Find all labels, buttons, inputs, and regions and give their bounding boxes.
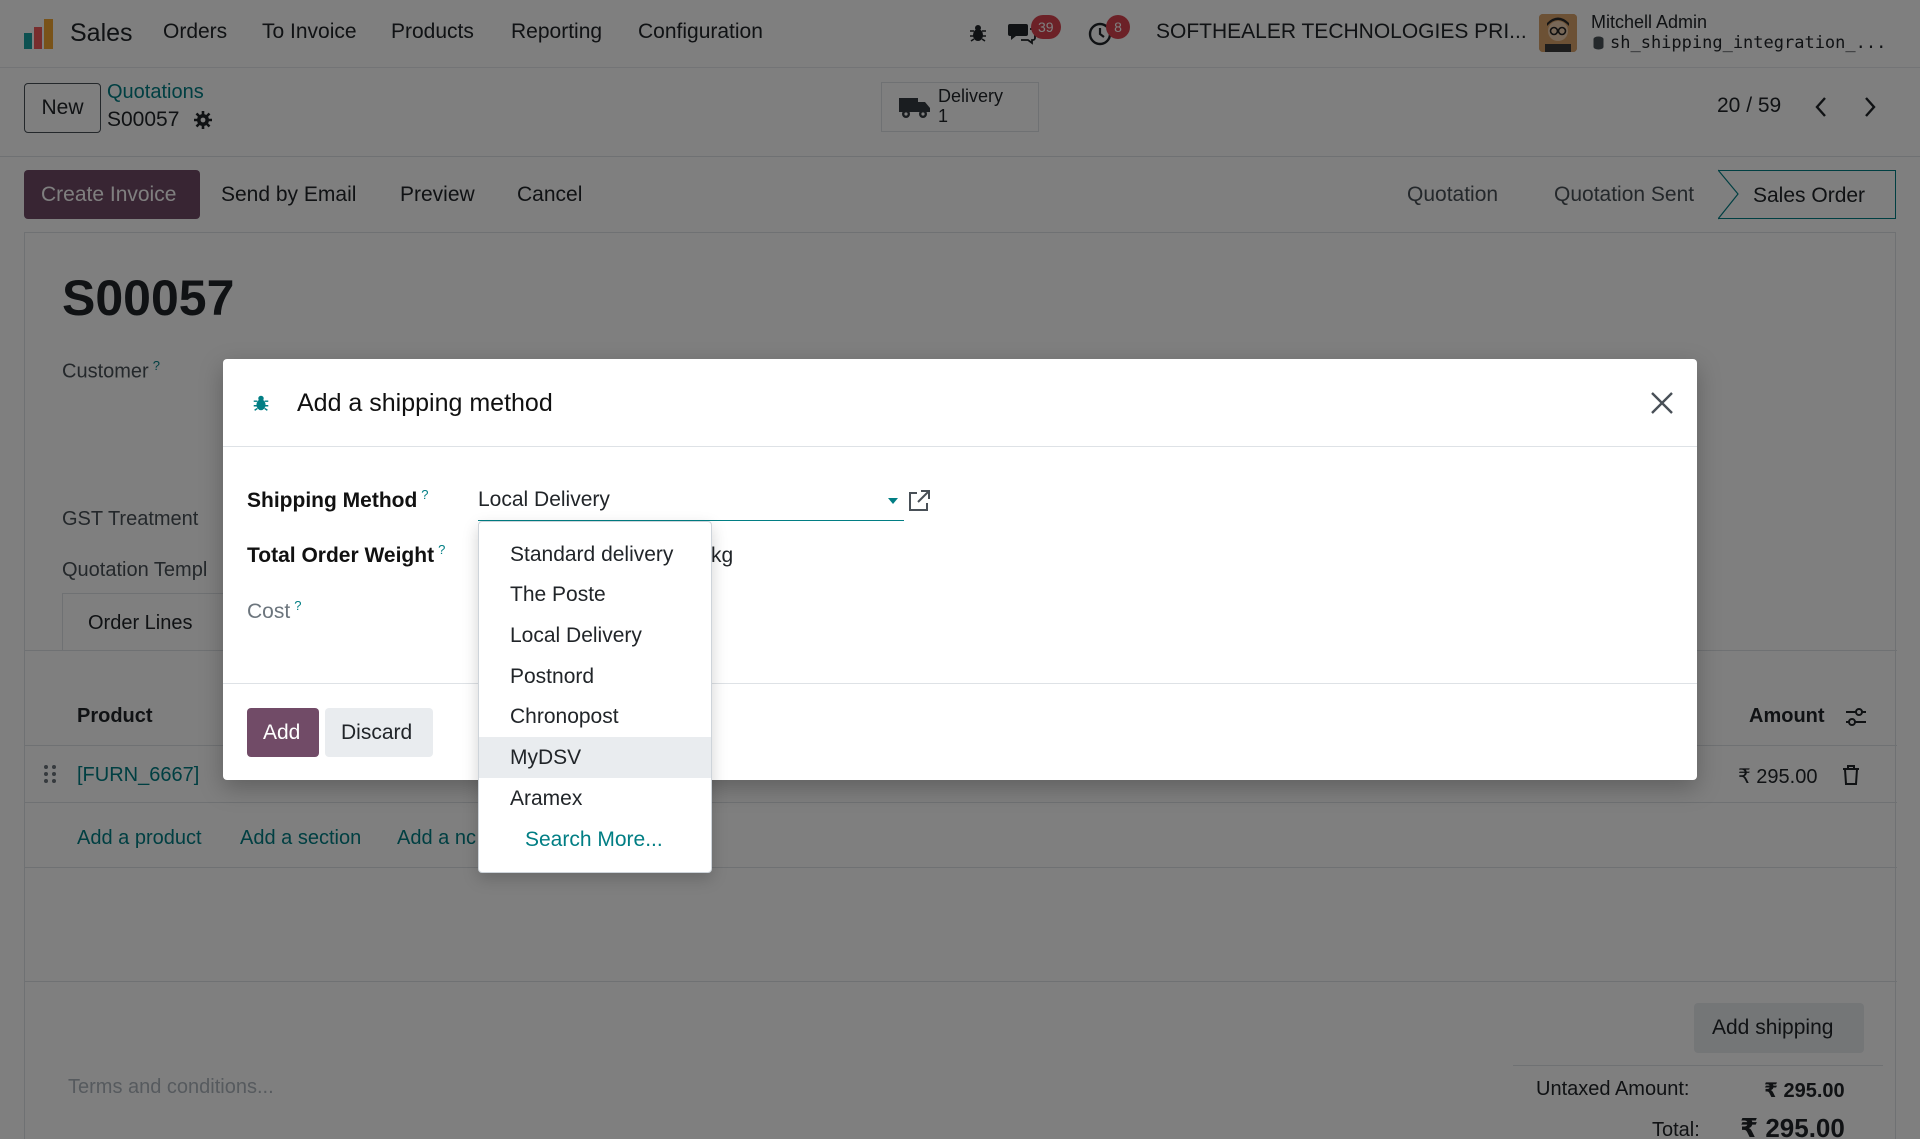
option-mydsv[interactable]: MyDSV	[479, 737, 711, 778]
option-chronopost[interactable]: Chronopost	[479, 696, 711, 737]
shipping-method-value: Local Delivery	[478, 488, 610, 511]
discard-button[interactable]: Discard	[325, 708, 433, 757]
external-link-icon[interactable]	[907, 489, 931, 513]
help-mark: ?	[294, 598, 302, 613]
option-the-poste[interactable]: The Poste	[479, 574, 711, 615]
close-icon[interactable]	[1650, 391, 1674, 415]
caret-down-icon[interactable]	[887, 497, 899, 505]
option-aramex[interactable]: Aramex	[479, 778, 711, 819]
total-order-weight-label: Total Order Weight?	[247, 542, 445, 568]
weight-label-text: Total Order Weight	[247, 544, 435, 567]
option-postnord[interactable]: Postnord	[479, 656, 711, 697]
shipping-method-select[interactable]: Local Delivery	[478, 477, 904, 521]
dialog-header: Add a shipping method	[223, 359, 1697, 447]
help-mark: ?	[438, 542, 446, 557]
help-mark: ?	[421, 487, 429, 502]
dialog-title: Add a shipping method	[297, 389, 553, 417]
shipping-method-label-text: Shipping Method	[247, 489, 418, 512]
cost-label: Cost?	[247, 598, 301, 624]
bug-icon	[251, 393, 271, 413]
dialog-footer: Add Discard	[223, 683, 1697, 780]
shipping-method-label: Shipping Method?	[247, 487, 429, 513]
add-label: Add	[263, 721, 301, 744]
option-standard-delivery[interactable]: Standard delivery	[479, 534, 711, 575]
search-more-option[interactable]: Search More...	[479, 819, 711, 860]
shipping-method-dialog: Add a shipping method Shipping Method? L…	[223, 359, 1697, 780]
shipping-method-dropdown: Standard delivery The Poste Local Delive…	[478, 521, 712, 873]
cost-label-text: Cost	[247, 600, 291, 623]
weight-unit: kg	[711, 544, 734, 567]
add-button[interactable]: Add	[247, 708, 319, 757]
discard-label: Discard	[341, 721, 413, 744]
option-local-delivery[interactable]: Local Delivery	[479, 615, 711, 656]
